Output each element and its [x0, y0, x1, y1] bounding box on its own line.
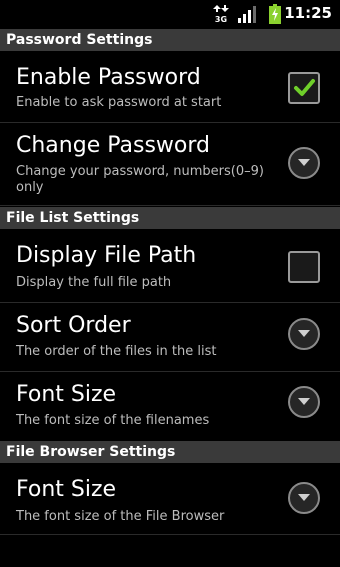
chevron-down-icon [298, 330, 310, 337]
enable-password-setting[interactable]: Enable Password Enable to ask password a… [0, 51, 340, 123]
chevron-down-icon [298, 159, 310, 166]
sort-order-setting[interactable]: Sort Order The order of the files in the… [0, 303, 340, 372]
section-header-password: Password Settings [0, 29, 340, 51]
chevron-down-icon [298, 494, 310, 501]
setting-title: Display File Path [16, 243, 197, 268]
change-password-dropdown[interactable] [288, 147, 320, 179]
status-bar: 3G 11:25 [0, 0, 340, 28]
network-3g-icon: 3G [213, 5, 229, 24]
setting-summary: The font size of the filenames [16, 413, 210, 428]
enable-password-checkbox[interactable] [288, 72, 320, 104]
signal-strength-icon [238, 5, 258, 23]
setting-title: Sort Order [16, 313, 131, 338]
section-header-file-browser: File Browser Settings [0, 441, 340, 463]
display-file-path-setting[interactable]: Display File Path Display the full file … [0, 229, 340, 303]
setting-title: Font Size [16, 477, 117, 502]
font-size-browser-setting[interactable]: Font Size The font size of the File Brow… [0, 463, 340, 535]
section-header-file-list: File List Settings [0, 207, 340, 229]
status-time: 11:25 [284, 4, 332, 22]
change-password-setting[interactable]: Change Password Change your password, nu… [0, 123, 340, 206]
setting-title: Enable Password [16, 65, 201, 90]
setting-summary: Change your password, numbers(0–9) only [16, 164, 264, 195]
font-size-list-dropdown[interactable] [288, 386, 320, 418]
setting-summary: The font size of the File Browser [16, 509, 225, 524]
sort-order-dropdown[interactable] [288, 318, 320, 350]
checkmark-icon [294, 79, 315, 96]
setting-title: Font Size [16, 382, 117, 407]
battery-charging-icon [269, 4, 281, 24]
setting-title: Change Password [16, 133, 210, 158]
font-size-browser-dropdown[interactable] [288, 482, 320, 514]
font-size-list-setting[interactable]: Font Size The font size of the filenames [0, 372, 340, 440]
setting-summary: Enable to ask password at start [16, 95, 222, 110]
setting-summary: The order of the files in the list [16, 344, 217, 359]
display-file-path-checkbox[interactable] [288, 251, 320, 283]
svg-text:3G: 3G [215, 15, 227, 23]
setting-summary: Display the full file path [16, 275, 172, 290]
chevron-down-icon [298, 398, 310, 405]
